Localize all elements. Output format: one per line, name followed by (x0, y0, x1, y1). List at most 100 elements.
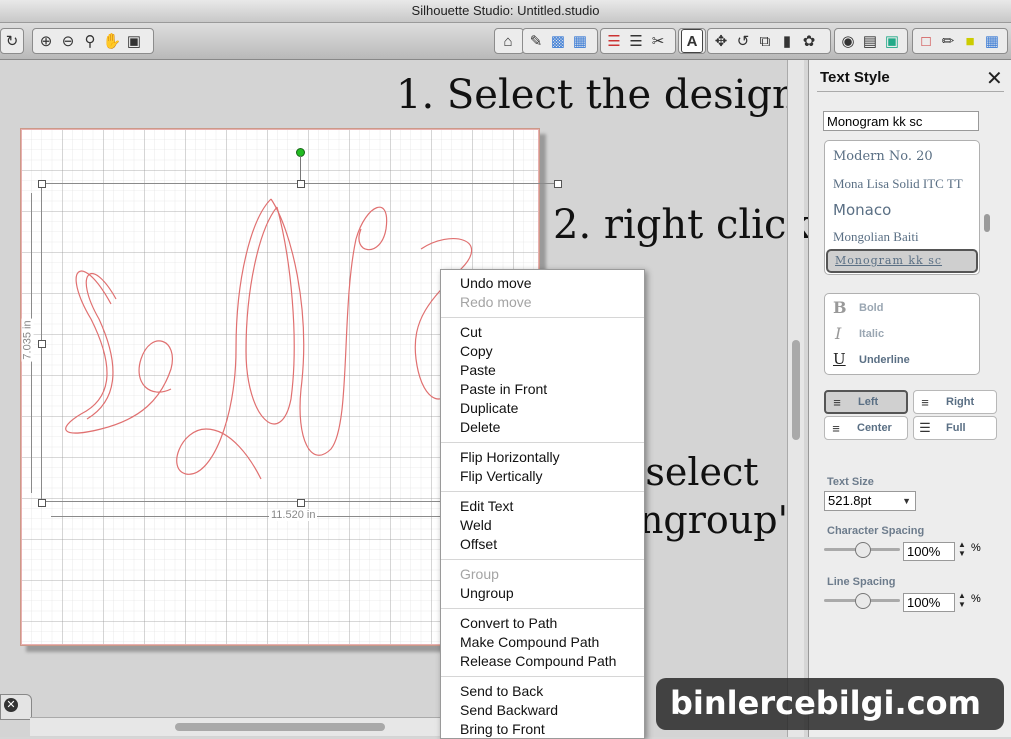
line-spacing-slider[interactable] (824, 593, 900, 609)
menu-item-paste[interactable]: Paste (441, 361, 644, 380)
resize-handle-bottom-middle[interactable] (297, 499, 305, 507)
line-width-icon[interactable]: ☰ (625, 30, 647, 52)
line-spacing-stepper[interactable]: ▲ ▼ (958, 591, 966, 609)
scissors-icon[interactable]: ✂ (647, 30, 669, 52)
library-icon[interactable]: ◉ (837, 30, 859, 52)
resize-handle-top-right[interactable] (554, 180, 562, 188)
font-list-item[interactable]: Monaco (833, 201, 891, 219)
workspace[interactable]: 7.035 in 11.520 in 1. Select the design … (0, 60, 811, 737)
grid-view-icon[interactable]: ▦ (981, 30, 1003, 52)
horizontal-scroll-thumb[interactable] (175, 723, 385, 731)
italic-icon: I (835, 324, 842, 343)
menu-item-flip-vertically[interactable]: Flip Vertically (441, 467, 644, 486)
menu-item-convert-to-path[interactable]: Convert to Path (441, 614, 644, 633)
align-left-button[interactable]: ≡ Left (824, 390, 908, 414)
eraser-icon[interactable]: □ (915, 30, 937, 52)
fit-page-icon[interactable]: ▣ (123, 30, 145, 52)
page-tab[interactable]: ✕ (0, 694, 32, 720)
font-list-scroll-thumb[interactable] (984, 214, 990, 232)
menu-item-send-backward[interactable]: Send Backward (441, 701, 644, 720)
menu-item-undo-move[interactable]: Undo move (441, 274, 644, 293)
menu-item-group: Group (460, 566, 499, 582)
resize-handle-top-middle[interactable] (297, 180, 305, 188)
vertical-scroll-thumb[interactable] (792, 340, 800, 440)
registration-icon[interactable]: ■ (959, 30, 981, 52)
font-list-item[interactable]: Modern No. 20 (833, 149, 933, 164)
menu-item-release-compound-path[interactable]: Release Compound Path (441, 652, 644, 671)
character-spacing-stepper[interactable]: ▲ ▼ (958, 540, 966, 558)
font-list-item-selected[interactable]: Monogram kk sc (826, 249, 978, 273)
italic-button[interactable]: I Italic (831, 324, 971, 344)
panel-title: Text Style (820, 69, 890, 86)
menu-item-paste-in-front[interactable]: Paste in Front (441, 380, 644, 399)
menu-item-delete[interactable]: Delete (441, 418, 644, 437)
selected-font-label: Monogram kk sc (835, 254, 943, 267)
font-list-item[interactable]: Mona Lisa Solid ITC TT (833, 176, 963, 192)
font-list[interactable]: Modern No. 20 Mona Lisa Solid ITC TT Mon… (824, 140, 980, 275)
menu-separator (441, 442, 644, 443)
vertical-scrollbar[interactable] (787, 60, 804, 737)
line-style-icon[interactable]: ☰ (603, 30, 625, 52)
font-name-input[interactable] (823, 111, 979, 131)
menu-separator (441, 317, 644, 318)
pen-icon[interactable]: ✏ (937, 30, 959, 52)
close-tab-icon[interactable]: ✕ (4, 698, 18, 712)
menu-separator (441, 559, 644, 560)
menu-item-cut[interactable]: Cut (441, 323, 644, 342)
bold-button[interactable]: B Bold (831, 298, 971, 318)
menu-item-duplicate[interactable]: Duplicate (441, 399, 644, 418)
store-icon[interactable]: ▤ (859, 30, 881, 52)
character-spacing-label: Character Spacing (827, 525, 925, 537)
line-spacing-label: Line Spacing (827, 576, 896, 588)
rotate-icon[interactable]: ↺ (732, 30, 754, 52)
width-dimension-label: 11.520 in (269, 509, 318, 521)
menu-item-ungroup[interactable]: Ungroup (441, 584, 644, 603)
scale-icon[interactable]: ⧉ (754, 30, 776, 52)
align-center-button[interactable]: ≡ Center (824, 416, 908, 440)
watermark-text: binlercebilgi.com (670, 684, 981, 722)
character-spacing-slider-thumb[interactable] (855, 542, 871, 558)
transform-icon[interactable]: ✥ (710, 30, 732, 52)
chevron-down-icon: ▼ (902, 496, 911, 506)
font-list-item[interactable]: Mongolian Baiti (833, 229, 919, 245)
grid-icon[interactable]: ▦ (569, 30, 591, 52)
menu-item-copy[interactable]: Copy (441, 342, 644, 361)
redo-icon[interactable]: ↻ (3, 30, 21, 52)
menu-item-offset[interactable]: Offset (441, 535, 644, 554)
align-full-button[interactable]: ☰ Full (913, 416, 997, 440)
menu-item-bring-to-front[interactable]: Bring to Front (441, 720, 644, 738)
align-icon[interactable]: ▮ (776, 30, 798, 52)
menu-item-edit-text[interactable]: Edit Text (441, 497, 644, 516)
close-icon[interactable]: ✕ (986, 66, 1003, 91)
menu-item-flip-horizontally[interactable]: Flip Horizontally (441, 448, 644, 467)
line-spacing-slider-thumb[interactable] (855, 593, 871, 609)
menu-item-send-to-back[interactable]: Send to Back (441, 682, 644, 701)
home-icon[interactable]: ⌂ (497, 30, 519, 52)
replicate-icon[interactable]: ✿ (798, 30, 820, 52)
align-right-button[interactable]: ≡ Right (913, 390, 997, 414)
character-spacing-slider[interactable] (824, 542, 900, 558)
line-spacing-input[interactable] (903, 593, 955, 612)
menu-item-make-compound-path[interactable]: Make Compound Path (441, 633, 644, 652)
horizontal-scrollbar[interactable] (30, 717, 470, 736)
trace-icon[interactable]: ▣ (881, 30, 903, 52)
zoom-out-icon[interactable]: ⊖ (57, 30, 79, 52)
font-list-scrollbar[interactable] (983, 146, 991, 274)
page-setup-icon[interactable]: ▩ (547, 30, 569, 52)
bold-icon: B (833, 298, 847, 317)
resize-handle-middle-left[interactable] (38, 340, 46, 348)
pan-icon[interactable]: ✋ (101, 30, 123, 52)
zoom-selection-icon[interactable]: ⚲ (79, 30, 101, 52)
resize-handle-top-left[interactable] (38, 180, 46, 188)
resize-handle-bottom-left[interactable] (38, 499, 46, 507)
zoom-in-icon[interactable]: ⊕ (35, 30, 57, 52)
menu-separator (441, 608, 644, 609)
text-style-icon[interactable]: A (681, 29, 703, 53)
text-size-select[interactable]: 521.8pt ▼ (824, 491, 916, 511)
fill-icon[interactable]: ✎ (525, 30, 547, 52)
page-tool-group: ✎ ▩ ▦ (522, 28, 598, 54)
align-center-icon: ≡ (832, 420, 840, 436)
menu-item-weld[interactable]: Weld (441, 516, 644, 535)
underline-button[interactable]: U Underline (831, 350, 971, 370)
character-spacing-input[interactable] (903, 542, 955, 561)
